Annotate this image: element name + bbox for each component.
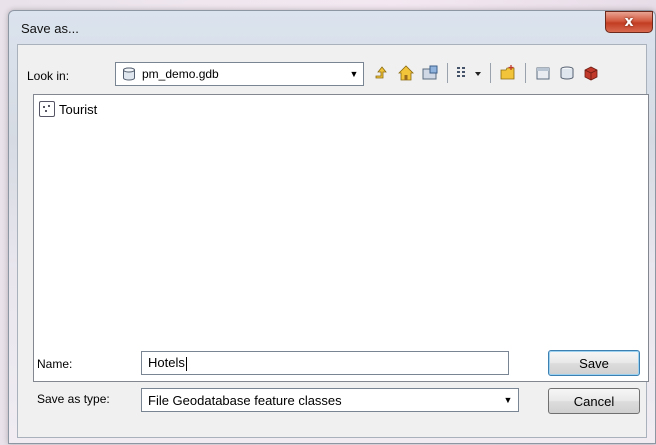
close-icon: x (624, 14, 634, 30)
name-value: Hotels (148, 355, 185, 370)
save-as-type-value: File Geodatabase feature classes (148, 392, 342, 408)
connect-folder-button[interactable] (420, 63, 440, 83)
close-button[interactable]: x (605, 11, 653, 33)
up-one-level-button[interactable] (372, 63, 392, 83)
home-button[interactable] (396, 63, 416, 83)
text-caret (185, 356, 187, 371)
name-label: Name: (37, 357, 73, 371)
title-bar[interactable]: Save as... x (9, 11, 655, 43)
view-menu-icon (457, 67, 481, 77)
new-personal-geodatabase-button[interactable] (581, 63, 601, 83)
new-folder-icon (500, 65, 515, 80)
new-personal-geodatabase-icon (584, 66, 598, 81)
dialog-body: Look in: pm_demo.gdb ▼ Tourist Name: Hot… (17, 44, 649, 438)
connect-folder-icon (422, 65, 438, 80)
view-menu-button[interactable] (455, 63, 483, 83)
save-as-type-dropdown[interactable]: File Geodatabase feature classes ▼ (141, 388, 519, 412)
new-file-geodatabase-button[interactable] (557, 63, 577, 83)
save-as-dialog: Save as... x Look in: pm_demo.gdb ▼ Tour… (8, 10, 656, 444)
new-feature-dataset-icon (536, 67, 550, 80)
dialog-toolbar (372, 62, 601, 84)
look-in-dropdown[interactable]: pm_demo.gdb ▼ (115, 62, 364, 86)
save-as-type-label: Save as type: (37, 392, 110, 406)
up-one-level-icon (375, 66, 387, 79)
toolbar-separator (490, 63, 491, 83)
chevron-down-icon[interactable]: ▼ (345, 64, 363, 84)
cancel-button[interactable]: Cancel (548, 388, 640, 414)
geodatabase-icon (123, 67, 135, 81)
look-in-label: Look in: (27, 69, 70, 83)
save-button[interactable]: Save (548, 350, 640, 376)
name-input[interactable]: Hotels (141, 351, 509, 375)
home-icon (398, 65, 414, 81)
look-in-value: pm_demo.gdb (142, 67, 219, 81)
list-item[interactable]: Tourist (39, 101, 97, 117)
new-file-geodatabase-icon (560, 66, 574, 80)
toolbar-separator (525, 63, 526, 83)
list-item-label: Tourist (59, 101, 98, 117)
file-list[interactable]: Tourist (33, 94, 649, 382)
chevron-down-icon[interactable]: ▼ (498, 395, 518, 405)
new-folder-button[interactable] (498, 63, 518, 83)
feature-dataset-icon (39, 101, 55, 117)
new-feature-dataset-button[interactable] (533, 63, 553, 83)
toolbar-separator (447, 63, 448, 83)
dialog-title: Save as... (21, 21, 79, 36)
